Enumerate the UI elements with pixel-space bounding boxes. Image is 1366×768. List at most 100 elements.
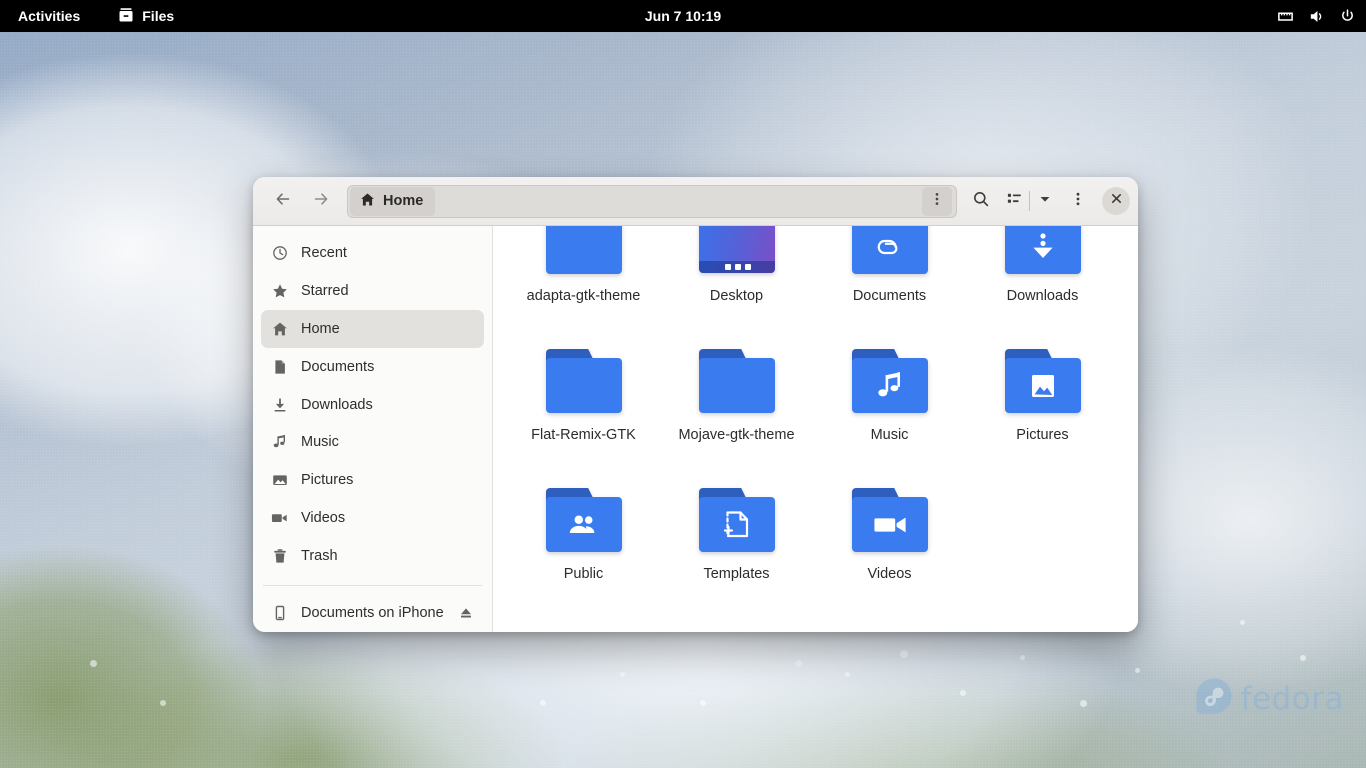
file-grid-area[interactable]: adapta-gtk-theme Desktop Documents Downl… — [493, 226, 1138, 632]
sidebar-item-videos[interactable]: Videos — [261, 499, 484, 537]
places-sidebar[interactable]: Recent Starred Home Documents Downloads … — [253, 226, 493, 632]
home-icon — [271, 320, 288, 337]
sidebar-item-label: Recent — [301, 244, 347, 261]
sidebar-item-documents-on-iphone[interactable]: Documents on iPhone — [261, 594, 484, 632]
image-icon — [1005, 358, 1081, 413]
vertical-dots-icon — [1070, 191, 1086, 212]
music-note-icon — [271, 434, 288, 451]
list-view-icon — [1006, 190, 1023, 212]
sidebar-item-label: Music — [301, 434, 339, 451]
sidebar-item-documents[interactable]: Documents — [261, 348, 484, 386]
system-status-area[interactable] — [1277, 0, 1356, 32]
desktop-screen-icon — [691, 226, 783, 282]
wallpaper-speckle — [845, 672, 850, 677]
file-item[interactable]: Public — [507, 472, 660, 611]
wallpaper-speckle — [1240, 620, 1245, 625]
vertical-dots-icon — [929, 191, 945, 212]
file-label: Templates — [703, 566, 770, 582]
fedora-watermark: fedora — [1195, 677, 1344, 720]
music-note-icon — [852, 358, 928, 413]
download-icon — [271, 396, 288, 413]
file-label: Downloads — [1006, 288, 1079, 304]
power-icon — [1339, 8, 1356, 25]
forward-button[interactable] — [305, 185, 337, 217]
activities-label: Activities — [18, 8, 81, 24]
file-item[interactable]: Music — [813, 333, 966, 472]
image-icon — [271, 472, 288, 489]
file-label: Documents — [852, 288, 927, 304]
download-arrow-icon — [1005, 226, 1081, 274]
file-item[interactable]: Documents — [813, 226, 966, 333]
sidebar-item-home[interactable]: Home — [261, 309, 484, 348]
search-icon — [972, 190, 990, 213]
file-item[interactable]: Mojave-gtk-theme — [660, 333, 813, 472]
clock-label[interactable]: Jun 7 10:19 — [645, 8, 721, 24]
file-item[interactable]: Videos — [813, 472, 966, 611]
sidebar-item-label: Pictures — [301, 472, 354, 489]
navigation-buttons — [267, 185, 337, 217]
list-view-button[interactable] — [1001, 185, 1027, 217]
eject-icon[interactable] — [458, 606, 474, 620]
sidebar-item-music[interactable]: Music — [261, 424, 484, 462]
clock: Jun 7 10:19 — [0, 8, 1366, 24]
arrow-left-icon — [274, 190, 292, 213]
document-icon — [271, 358, 288, 375]
wallpaper-speckle — [960, 690, 966, 696]
paperclip-icon — [852, 226, 928, 274]
sidebar-item-recent[interactable]: Recent — [261, 234, 484, 272]
files-window[interactable]: Home Recent Starred Home Documents Downl… — [253, 177, 1138, 632]
close-window-button[interactable] — [1102, 187, 1130, 215]
sidebar-item-downloads[interactable]: Downloads — [261, 386, 484, 424]
folder-templates-icon — [691, 480, 783, 560]
back-button[interactable] — [267, 185, 299, 217]
sidebar-separator — [263, 585, 482, 587]
sidebar-item-label: Trash — [301, 548, 338, 565]
main-menu-button[interactable] — [1062, 185, 1094, 217]
file-item[interactable]: Pictures — [966, 333, 1119, 472]
people-icon — [546, 497, 622, 552]
folder-icon — [691, 341, 783, 421]
sidebar-item-label: Starred — [301, 282, 349, 299]
fedora-logo-icon — [1195, 677, 1233, 720]
wallpaper-speckle — [540, 700, 546, 706]
network-wired-icon — [1277, 8, 1294, 25]
clock-icon — [271, 244, 288, 261]
folder-public-icon — [538, 480, 630, 560]
path-bar-spacer — [437, 186, 922, 217]
file-item[interactable]: Templates — [660, 472, 813, 611]
path-bar-menu-button[interactable] — [922, 186, 952, 216]
file-item[interactable]: adapta-gtk-theme — [507, 226, 660, 333]
file-grid: adapta-gtk-theme Desktop Documents Downl… — [493, 226, 1138, 629]
breadcrumb-home-label: Home — [383, 193, 424, 209]
view-options-dropdown[interactable] — [1032, 185, 1058, 217]
search-button[interactable] — [965, 185, 997, 217]
view-mode-group — [1001, 185, 1058, 217]
sidebar-item-pictures[interactable]: Pictures — [261, 461, 484, 499]
file-label: Mojave-gtk-theme — [678, 427, 795, 443]
file-label: Pictures — [1016, 427, 1069, 443]
wallpaper-speckle — [700, 700, 706, 706]
path-bar[interactable]: Home — [347, 184, 957, 218]
file-item[interactable]: Desktop — [660, 226, 813, 333]
file-label: Videos — [867, 566, 912, 582]
file-item[interactable]: Flat-Remix-GTK — [507, 333, 660, 472]
app-menu-button[interactable]: Files — [110, 3, 182, 29]
fedora-watermark-text: fedora — [1240, 680, 1344, 717]
sidebar-item-starred[interactable]: Starred — [261, 272, 484, 310]
sidebar-item-trash[interactable]: Trash — [261, 537, 484, 575]
folder-downloads-icon — [997, 226, 1089, 282]
folder-documents-icon — [844, 226, 936, 282]
wallpaper-speckle — [160, 700, 166, 706]
wallpaper-speckle — [620, 672, 625, 677]
window-header-bar: Home — [253, 177, 1138, 226]
wallpaper-speckle — [795, 660, 802, 667]
breadcrumb-home[interactable]: Home — [350, 186, 436, 216]
gnome-top-bar: Activities Files Jun 7 10:19 — [0, 0, 1366, 32]
file-item[interactable]: Downloads — [966, 226, 1119, 333]
phone-icon — [271, 605, 288, 622]
arrow-right-icon — [312, 190, 330, 213]
toolbar-separator — [1029, 191, 1030, 211]
desktop[interactable]: Activities Files Jun 7 10:19 fedora Home… — [0, 0, 1366, 768]
trash-icon — [271, 548, 288, 565]
activities-button[interactable]: Activities — [8, 3, 90, 29]
